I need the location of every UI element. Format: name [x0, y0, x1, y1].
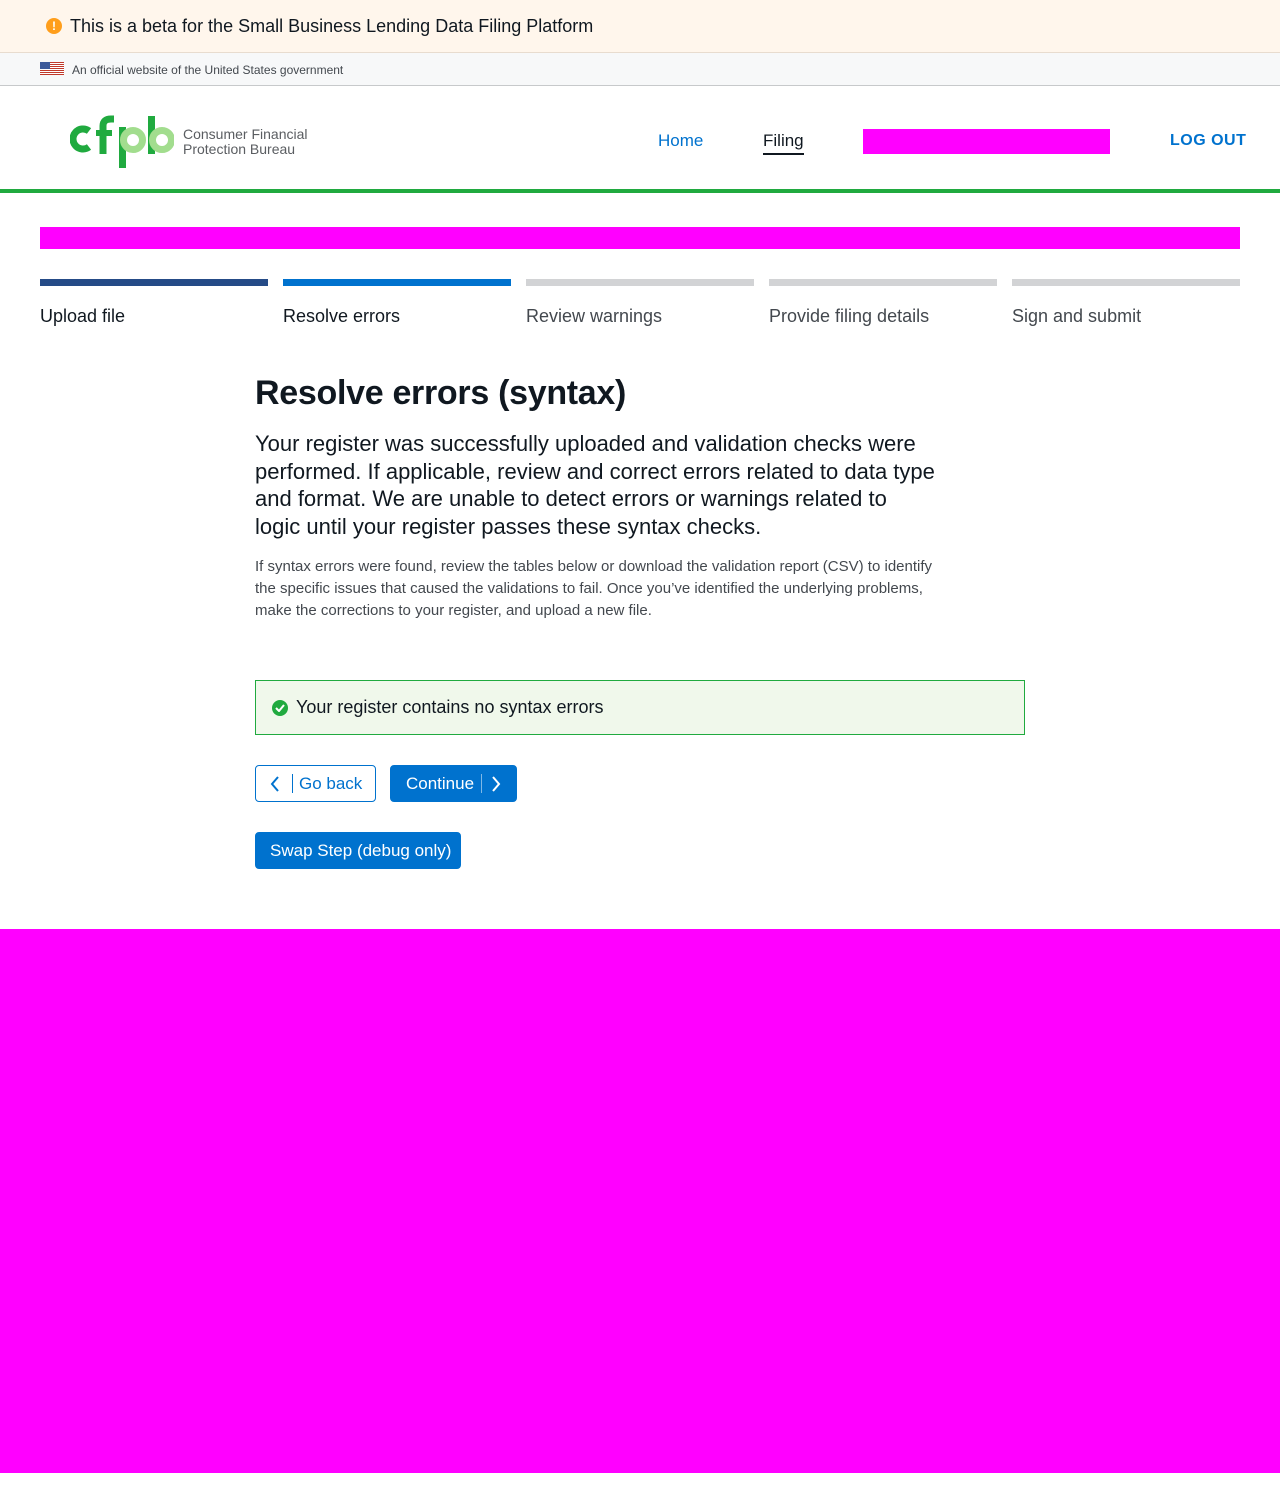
go-back-button[interactable]: Go back: [255, 765, 376, 802]
chevron-left-icon: [270, 776, 279, 792]
step-bar: [283, 279, 511, 286]
step-bar: [526, 279, 754, 286]
redacted-footer: [0, 929, 1280, 1473]
step-resolve-errors: Resolve errors: [283, 279, 511, 327]
page-title: Resolve errors (syntax): [255, 374, 627, 412]
success-alert: Your register contains no syntax errors: [255, 680, 1025, 735]
beta-banner-text: This is a beta for the Small Business Le…: [70, 16, 594, 36]
cfpb-logo[interactable]: [70, 114, 174, 168]
user-name-redacted: [863, 129, 1110, 154]
site-header: Consumer Financial Protection Bureau Hom…: [0, 86, 1280, 193]
step-upload-file: Upload file: [40, 279, 268, 327]
logout-link[interactable]: LOG OUT: [1170, 132, 1246, 150]
go-back-label: Go back: [299, 774, 363, 793]
body-paragraph: If syntax errors were found, review the …: [255, 558, 933, 619]
button-divider: [292, 774, 293, 793]
step-bar: [40, 279, 268, 286]
nav-home-link[interactable]: Home: [658, 131, 703, 151]
step-label: Upload file: [40, 306, 126, 326]
redacted-heading: [40, 227, 1240, 249]
step-label: Sign and submit: [1012, 306, 1142, 326]
step-sign-and-submit: Sign and submit: [1012, 279, 1240, 327]
continue-button[interactable]: Continue: [390, 765, 517, 802]
nav-filing-link[interactable]: Filing: [763, 131, 804, 155]
step-review-warnings: Review warnings: [526, 279, 754, 327]
button-divider: [481, 774, 482, 793]
step-label: Provide filing details: [769, 306, 930, 326]
logo-text: Consumer Financial Protection Bureau: [183, 126, 308, 157]
step-label: Resolve errors: [283, 306, 401, 326]
gov-banner-text: An official website of the United States…: [72, 63, 344, 77]
step-provide-filing-details: Provide filing details: [769, 279, 997, 327]
step-bar: [769, 279, 997, 286]
swap-step-button[interactable]: Swap Step (debug only): [255, 832, 461, 869]
check-circle-icon: [272, 700, 288, 716]
step-bar: [1012, 279, 1240, 286]
beta-banner: ! This is a beta for the Small Business …: [0, 0, 1280, 53]
us-flag-icon: [40, 62, 64, 75]
alert-text: Your register contains no syntax errors: [296, 697, 604, 717]
chevron-right-icon: [492, 776, 501, 792]
step-label: Review warnings: [526, 306, 663, 326]
swap-step-label: Swap Step (debug only): [270, 841, 452, 860]
continue-label: Continue: [406, 774, 475, 793]
lead-paragraph: Your register was successfully uploaded …: [255, 431, 935, 539]
gov-banner: An official website of the United States…: [0, 53, 1280, 86]
exclamation-circle-icon: !: [46, 18, 62, 34]
